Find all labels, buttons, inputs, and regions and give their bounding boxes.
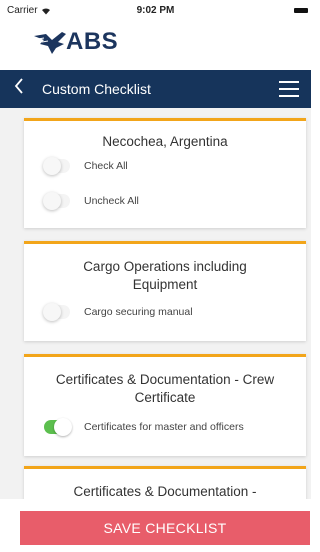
checklist-card: Certificates & Documentation - Crew Cert…	[24, 354, 306, 456]
header-logo-area: ABS	[0, 20, 311, 70]
hamburger-menu-icon[interactable]	[279, 81, 299, 97]
check-all-label: Check All	[84, 160, 128, 172]
master-certificates-row[interactable]: Certificates for master and officers	[24, 418, 244, 436]
check-all-toggle[interactable]	[43, 157, 70, 175]
eagle-icon	[34, 32, 66, 54]
cargo-securing-row[interactable]: Cargo securing manual	[24, 303, 193, 321]
cargo-securing-toggle[interactable]	[43, 303, 70, 321]
back-button[interactable]	[14, 77, 24, 99]
cargo-securing-label: Cargo securing manual	[84, 306, 193, 318]
card-title: Necochea, Argentina	[102, 134, 228, 149]
checklist-content[interactable]: Necochea, Argentina Check All Uncheck Al…	[0, 108, 311, 552]
check-all-row[interactable]: Check All	[24, 157, 128, 175]
uncheck-all-toggle[interactable]	[43, 192, 70, 210]
save-checklist-button[interactable]: SAVE CHECKLIST	[20, 511, 310, 545]
status-bar: Carrier 9:02 PM	[0, 0, 311, 20]
uncheck-all-row[interactable]: Uncheck All	[24, 192, 139, 210]
checklist-card: Necochea, Argentina Check All Uncheck Al…	[24, 118, 306, 228]
master-certificates-toggle[interactable]	[44, 418, 72, 436]
abs-logo: ABS	[32, 28, 118, 56]
battery-icon	[294, 8, 308, 13]
page-title: Custom Checklist	[42, 81, 151, 97]
card-title: Cargo Operations including Equipment	[83, 259, 247, 292]
uncheck-all-label: Uncheck All	[84, 195, 139, 207]
nav-bar: Custom Checklist	[0, 70, 311, 108]
checklist-card: Cargo Operations including Equipment Car…	[24, 241, 306, 341]
save-bar: SAVE CHECKLIST	[0, 499, 311, 552]
card-title: Certificates & Documentation - Crew Cert…	[55, 372, 275, 405]
status-time: 9:02 PM	[136, 5, 175, 16]
chevron-left-icon	[14, 78, 23, 94]
master-certificates-label: Certificates for master and officers	[84, 421, 244, 433]
logo-text: ABS	[66, 28, 119, 55]
